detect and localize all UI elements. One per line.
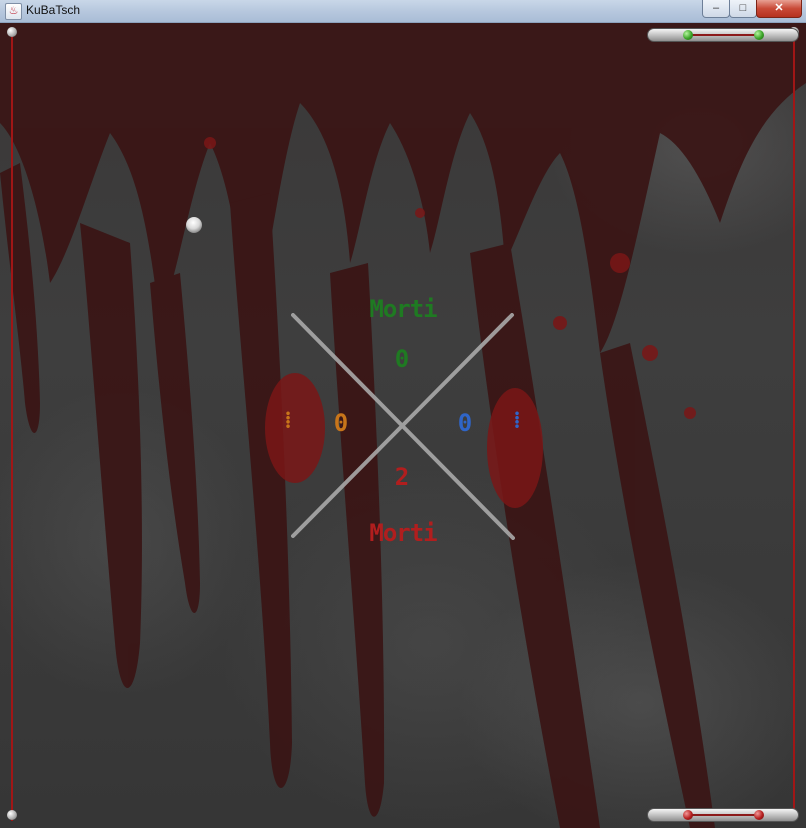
java-icon[interactable]: ♨ <box>5 3 22 20</box>
close-button[interactable]: ✕ <box>756 0 802 18</box>
paddle-top-rail <box>688 34 760 36</box>
player-bottom-name: Morti <box>369 519 437 547</box>
left-goal-line <box>11 31 13 821</box>
paddle-bottom-right-knob[interactable] <box>754 810 764 820</box>
paddle-bottom-rail <box>688 814 760 816</box>
player-top-name: Morti <box>369 295 437 323</box>
paddle-bottom[interactable] <box>647 808 799 822</box>
right-goal-line <box>793 31 795 821</box>
blood-background <box>0 23 806 828</box>
player-right-marker: ⁞ <box>513 408 521 433</box>
maximize-button[interactable]: □ <box>729 0 757 18</box>
player-left-score: 0 <box>333 409 349 437</box>
player-left-marker: ⁞ <box>284 408 292 433</box>
corner-pin-top-left <box>7 27 17 37</box>
paddle-bottom-left-knob[interactable] <box>683 810 693 820</box>
paddle-top-right-knob[interactable] <box>754 30 764 40</box>
game-field[interactable]: Morti 0 ⁞ 0 0 ⁞ 2 Morti <box>0 23 806 828</box>
player-bottom-score: 2 <box>394 463 410 491</box>
window-title: KuBaTsch <box>26 3 81 17</box>
title-bar: ♨ KuBaTsch – □ ✕ <box>0 0 806 23</box>
minimize-button[interactable]: – <box>702 0 730 18</box>
paddle-top[interactable] <box>647 28 799 42</box>
player-right-score: 0 <box>457 409 473 437</box>
corner-pin-bottom-left <box>7 810 17 820</box>
player-top-score: 0 <box>394 345 410 373</box>
ball <box>186 217 202 233</box>
paddle-top-left-knob[interactable] <box>683 30 693 40</box>
